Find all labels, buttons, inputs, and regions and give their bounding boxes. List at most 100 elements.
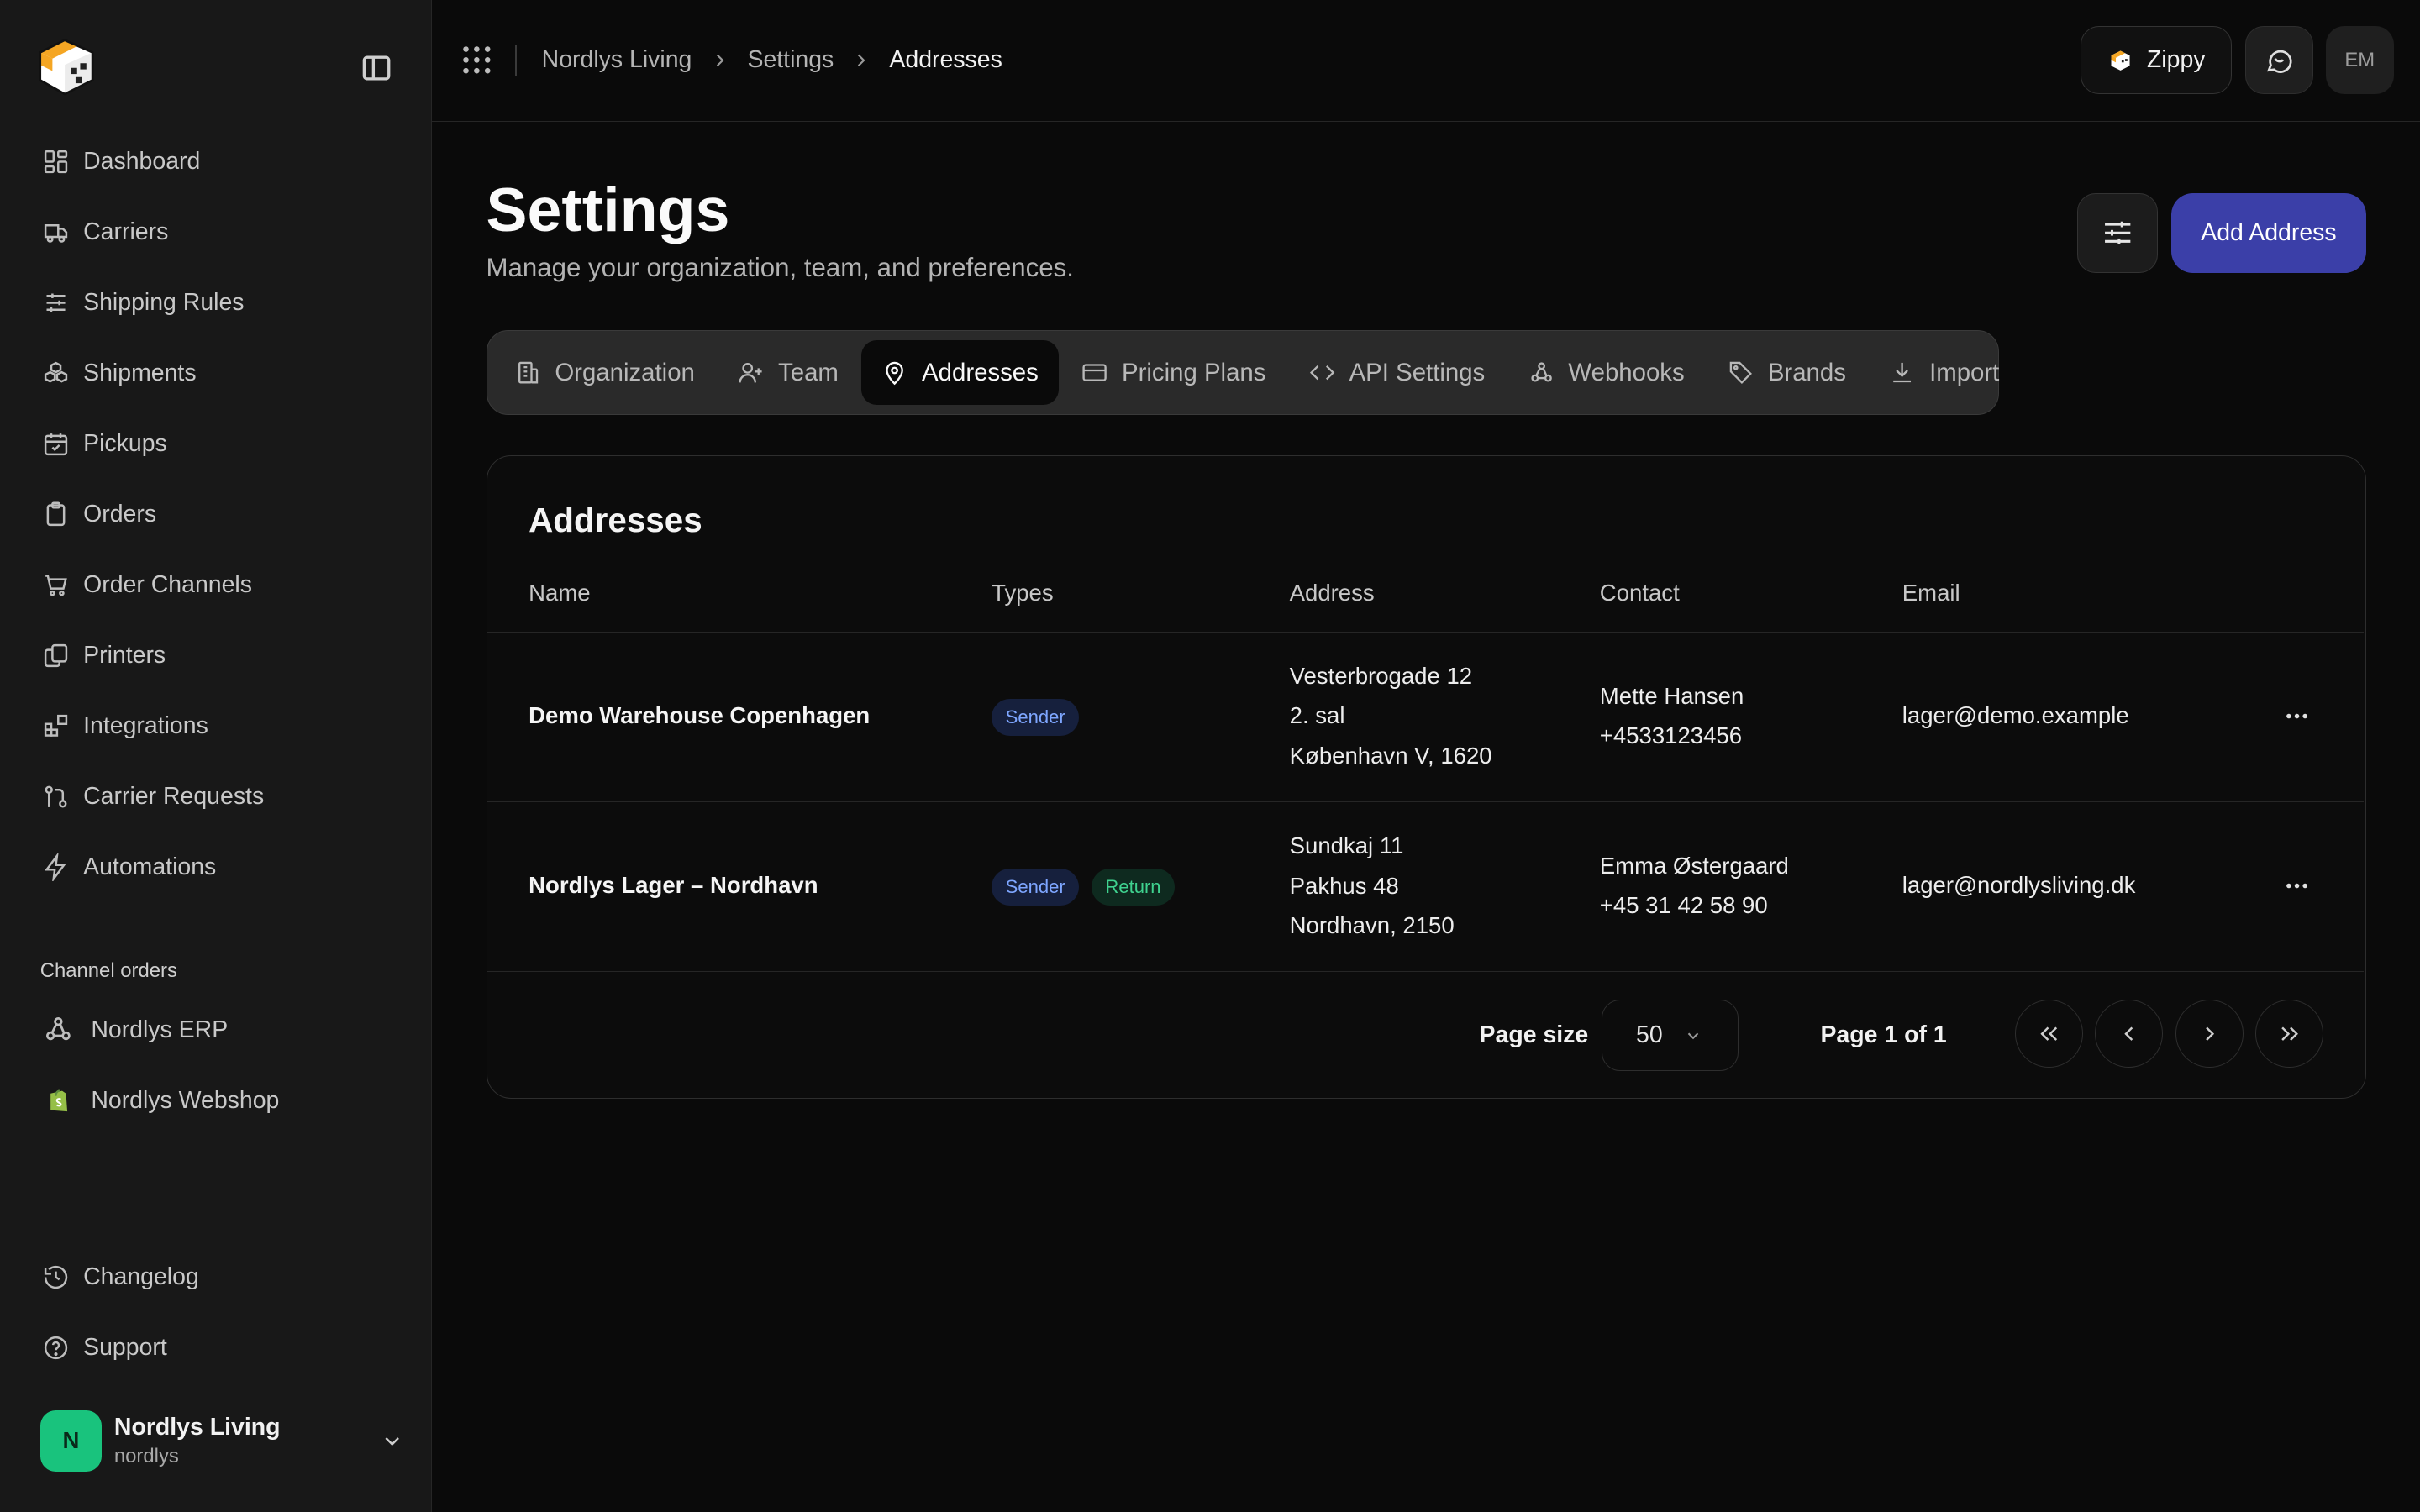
nav-item-support[interactable]: Support — [28, 1317, 411, 1378]
sidebar-nav: Dashboard Carriers Shipping Rules Shipme… — [28, 131, 411, 906]
address-lines: Vesterbrogade 12 2. sal København V, 162… — [1290, 656, 1492, 776]
more-horizontal-icon[interactable] — [2279, 867, 2316, 904]
address-email: lager@nordlysliving.dk — [1902, 871, 2136, 898]
nav-item-printers[interactable]: Printers — [28, 625, 411, 686]
tab-team[interactable]: Team — [718, 340, 858, 405]
nav-item-shipments[interactable]: Shipments — [28, 343, 411, 404]
nav-item-pickups[interactable]: Pickups — [28, 413, 411, 475]
sidebar-bottom-nav: Changelog Support — [28, 1247, 411, 1388]
org-avatar: N — [39, 1410, 103, 1473]
next-page-button[interactable] — [2175, 1000, 2244, 1068]
contact-name: Mette Hansen — [1599, 682, 1744, 709]
tab-label: Organization — [555, 358, 695, 386]
sidebar: Dashboard Carriers Shipping Rules Shipme… — [0, 0, 433, 1512]
nav-item-order-channels[interactable]: Order Channels — [28, 554, 411, 616]
type-badge-sender: Sender — [992, 869, 1080, 906]
nav-item-carriers[interactable]: Carriers — [28, 202, 411, 263]
column-header-address: Address — [1289, 579, 1375, 606]
zippy-label: Zippy — [2146, 46, 2206, 74]
sliders-horizontal-icon — [2101, 216, 2134, 249]
page-info: Page 1 of 1 — [1820, 1021, 1947, 1049]
help-circle-icon — [42, 1334, 70, 1362]
nav-item-label: Carrier Requests — [83, 782, 265, 810]
channel-list: Nordlys ERP Nordlys Webshop — [28, 1000, 411, 1141]
breadcrumb: Nordlys Living Settings Addresses — [542, 43, 1002, 76]
address-line: Vesterbrogade 12 — [1289, 662, 1473, 689]
organization-switcher[interactable]: N Nordlys Living nordlys — [39, 1410, 404, 1473]
nav-item-label: Integrations — [83, 711, 208, 739]
column-header-contact: Contact — [1599, 579, 1680, 606]
chat-support-button[interactable] — [2245, 26, 2314, 95]
page-size-select[interactable]: 50 — [1601, 1000, 1739, 1071]
add-address-button[interactable]: Add Address — [2171, 192, 2366, 274]
chevron-right-icon — [2197, 1021, 2222, 1046]
breadcrumb-org[interactable]: Nordlys Living — [542, 46, 692, 74]
webhook-icon — [43, 1014, 76, 1047]
nav-item-carrier-requests[interactable]: Carrier Requests — [28, 765, 411, 827]
nav-item-label: Automations — [83, 853, 217, 880]
copy-icon — [42, 642, 70, 669]
previous-page-button[interactable] — [2095, 1000, 2164, 1068]
tab-label: Team — [778, 358, 839, 386]
table-row[interactable]: Demo Warehouse Copenhagen Sender Vesterb… — [487, 632, 2364, 801]
nav-item-label: Support — [83, 1334, 167, 1362]
tab-import[interactable]: Import — [1869, 340, 2019, 405]
first-page-button[interactable] — [2014, 1000, 2083, 1068]
tab-label: Webhooks — [1568, 358, 1685, 386]
user-plus-icon — [738, 360, 764, 386]
git-pull-request-icon — [42, 783, 70, 811]
app-logo[interactable] — [28, 28, 105, 105]
channel-item-label: Nordlys ERP — [91, 1016, 229, 1044]
tab-api-settings[interactable]: API Settings — [1289, 340, 1505, 405]
clipboard-icon — [42, 501, 70, 528]
nav-item-changelog[interactable]: Changelog — [28, 1247, 411, 1308]
zap-icon — [42, 853, 70, 881]
tag-icon — [1728, 360, 1754, 386]
nav-item-integrations[interactable]: Integrations — [28, 695, 411, 756]
nav-item-automations[interactable]: Automations — [28, 836, 411, 897]
nav-item-shipping-rules[interactable]: Shipping Rules — [28, 272, 411, 333]
more-horizontal-icon[interactable] — [2279, 697, 2316, 734]
pagination: Page size 50 Page 1 of 1 — [487, 971, 2364, 1098]
channel-item-nordlys-webshop[interactable]: Nordlys Webshop — [28, 1070, 411, 1131]
nav-item-dashboard[interactable]: Dashboard — [28, 131, 411, 192]
tab-addresses[interactable]: Addresses — [861, 339, 1059, 406]
type-badge-sender: Sender — [992, 699, 1080, 737]
breadcrumb-settings[interactable]: Settings — [747, 46, 834, 74]
nav-item-label: Pickups — [83, 430, 167, 458]
address-line: Nordhavn, 2150 — [1289, 912, 1455, 939]
address-types: Sender Return — [992, 869, 1187, 906]
page-size-label: Page size — [1479, 1021, 1589, 1049]
chevron-right-icon — [709, 50, 731, 71]
column-header-name: Name — [529, 579, 591, 606]
chevrons-right-icon — [2277, 1021, 2302, 1046]
last-page-button[interactable] — [2255, 1000, 2324, 1068]
nav-item-label: Shipping Rules — [83, 289, 245, 317]
breadcrumb-addresses: Addresses — [889, 46, 1002, 74]
table-row[interactable]: Nordlys Lager – Nordhavn Sender Return S… — [487, 801, 2364, 971]
nav-item-label: Shipments — [83, 360, 197, 387]
address-contact: Mette Hansen +4533123456 — [1600, 676, 1744, 757]
tab-organization[interactable]: Organization — [495, 340, 715, 405]
channel-orders-heading: Channel orders — [39, 959, 177, 983]
address-lines: Sundkaj 11 Pakhus 48 Nordhavn, 2150 — [1290, 826, 1455, 946]
filter-button[interactable] — [2077, 192, 2158, 274]
user-avatar[interactable]: EM — [2325, 26, 2394, 95]
app-grid-icon[interactable] — [461, 45, 492, 76]
address-line: Sundkaj 11 — [1289, 832, 1404, 858]
page-subtitle: Manage your organization, team, and pref… — [486, 253, 1074, 283]
sidebar-toggle-icon[interactable] — [358, 50, 395, 87]
chevron-right-icon — [850, 50, 872, 71]
truck-icon — [42, 218, 70, 246]
zippy-button[interactable]: Zippy — [2080, 26, 2232, 95]
address-name: Demo Warehouse Copenhagen — [529, 701, 871, 728]
addresses-card-title: Addresses — [529, 501, 702, 540]
tab-webhooks[interactable]: Webhooks — [1508, 340, 1705, 405]
channel-item-label: Nordlys Webshop — [91, 1087, 280, 1115]
tab-pricing-plans[interactable]: Pricing Plans — [1061, 340, 1286, 405]
nav-item-orders[interactable]: Orders — [28, 484, 411, 545]
tab-brands[interactable]: Brands — [1707, 340, 1866, 405]
addresses-card: Addresses Name Types Address Contact Ema… — [486, 454, 2366, 1099]
channel-item-nordlys-erp[interactable]: Nordlys ERP — [28, 1000, 411, 1061]
main-content: Nordlys Living Settings Addresses Zippy … — [432, 0, 2420, 1512]
